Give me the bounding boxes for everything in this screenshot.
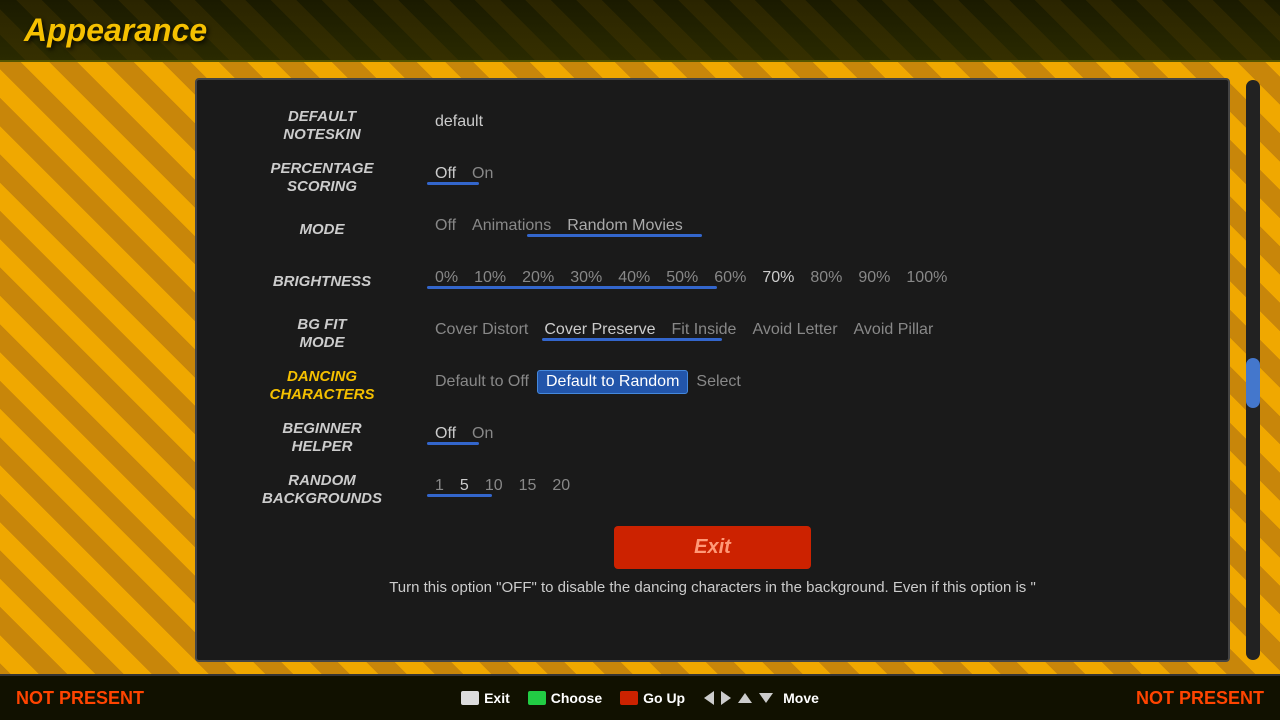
option-random-movies[interactable]: Random Movies xyxy=(559,217,691,235)
label-bg-fit-mode: BG FITMODE xyxy=(227,316,427,352)
exit-icon xyxy=(461,691,479,705)
opt-100pct[interactable]: 100% xyxy=(898,269,955,287)
label-beginner-helper: BEGINNERHELPER xyxy=(227,420,427,456)
ctrl-lr-arrows: Move xyxy=(703,690,819,706)
slider-brightness xyxy=(427,286,717,289)
app-title: Appearance xyxy=(24,12,207,49)
setting-row-dancing-characters: DANCINGCHARACTERS Default to Off Default… xyxy=(227,360,1198,412)
setting-row-bg-fit-mode: BG FITMODE Cover Distort Cover Preserve … xyxy=(227,308,1198,360)
brightness-options: 0% 10% 20% 30% 40% 50% 60% 70% 80% 90% 1… xyxy=(427,269,955,287)
opt-cover-preserve[interactable]: Cover Preserve xyxy=(536,321,663,339)
options-default-noteskin: default xyxy=(427,113,1198,139)
opt-70pct[interactable]: 70% xyxy=(754,269,802,287)
go-up-ctrl-label: Go Up xyxy=(643,690,685,706)
main-panel: DEFAULTNOTESKIN default PERCENTAGESCORIN… xyxy=(195,78,1230,662)
label-brightness: BRIGHTNESS xyxy=(227,273,427,291)
opt-off-beginner[interactable]: Off xyxy=(427,425,464,443)
move-ctrl-label: Move xyxy=(783,690,819,706)
options-brightness: 0% 10% 20% 30% 40% 50% 60% 70% 80% 90% 1… xyxy=(427,269,1198,295)
beginner-options: Off On xyxy=(427,425,501,443)
opt-20[interactable]: 20 xyxy=(544,477,578,495)
opt-avoid-pillar[interactable]: Avoid Pillar xyxy=(846,321,942,339)
scrollbar-track[interactable] xyxy=(1246,80,1260,660)
mode-options: Off Animations Random Movies xyxy=(427,217,691,235)
opt-90pct[interactable]: 90% xyxy=(850,269,898,287)
bottom-right-label: NOT PRESENT xyxy=(1136,688,1264,709)
opt-50pct[interactable]: 50% xyxy=(658,269,706,287)
setting-row-mode: MODE Off Animations Random Movies xyxy=(227,204,1198,256)
slider-pct xyxy=(427,182,479,185)
options-random-bg: 1 5 10 15 20 xyxy=(427,477,1198,503)
bgfit-options: Cover Distort Cover Preserve Fit Inside … xyxy=(427,321,941,339)
label-mode: MODE xyxy=(227,221,427,239)
arrow-right-icon xyxy=(721,691,731,705)
choose-ctrl-label: Choose xyxy=(551,690,602,706)
option-on-pct[interactable]: On xyxy=(464,165,501,183)
opt-default-off[interactable]: Default to Off xyxy=(427,373,537,391)
arrow-left-icon xyxy=(704,691,714,705)
exit-ctrl-label: Exit xyxy=(484,690,510,706)
bottom-bar: NOT PRESENT Exit Choose Go Up Move NOT P… xyxy=(0,674,1280,720)
opt-40pct[interactable]: 40% xyxy=(610,269,658,287)
opt-5[interactable]: 5 xyxy=(452,477,477,495)
opt-20pct[interactable]: 20% xyxy=(514,269,562,287)
description-area: Turn this option "OFF" to disable the da… xyxy=(227,577,1198,600)
option-default[interactable]: default xyxy=(427,113,491,131)
randombg-options: 1 5 10 15 20 xyxy=(427,477,578,495)
opt-select[interactable]: Select xyxy=(688,373,748,391)
option-off-mode[interactable]: Off xyxy=(427,217,464,235)
slider-mode xyxy=(527,234,702,237)
setting-row-beginner-helper: BEGINNERHELPER Off On xyxy=(227,412,1198,464)
opt-fit-inside[interactable]: Fit Inside xyxy=(664,321,745,339)
arrow-down-icon xyxy=(759,693,773,703)
option-animations[interactable]: Animations xyxy=(464,217,559,235)
opt-avoid-letter[interactable]: Avoid Letter xyxy=(744,321,845,339)
label-random-bg: RANDOMBACKGROUNDS xyxy=(227,472,427,508)
opt-default-random[interactable]: Default to Random xyxy=(537,370,688,394)
opt-cover-distort[interactable]: Cover Distort xyxy=(427,321,536,339)
ctrl-go-up: Go Up xyxy=(620,690,685,706)
bottom-controls: Exit Choose Go Up Move xyxy=(461,690,819,706)
bottom-left-label: NOT PRESENT xyxy=(16,688,144,709)
ctrl-exit: Exit xyxy=(461,690,510,706)
exit-button[interactable]: Exit xyxy=(614,526,811,569)
label-default-noteskin: DEFAULTNOTESKIN xyxy=(227,108,427,144)
opt-1[interactable]: 1 xyxy=(427,477,452,495)
label-dancing-characters: DANCINGCHARACTERS xyxy=(227,368,427,404)
opt-15[interactable]: 15 xyxy=(511,477,545,495)
options-bg-fit-mode: Cover Distort Cover Preserve Fit Inside … xyxy=(427,321,1198,347)
choose-icon xyxy=(528,691,546,705)
opt-80pct[interactable]: 80% xyxy=(802,269,850,287)
description-text: Turn this option "OFF" to disable the da… xyxy=(389,579,1036,596)
setting-row-brightness: BRIGHTNESS 0% 10% 20% 30% 40% 50% 60% 70… xyxy=(227,256,1198,308)
go-up-icon xyxy=(620,691,638,705)
opt-on-beginner[interactable]: On xyxy=(464,425,501,443)
exit-button-container: Exit xyxy=(227,526,1198,569)
setting-row-default-noteskin: DEFAULTNOTESKIN default xyxy=(227,100,1198,152)
header-bar: Appearance xyxy=(0,0,1280,62)
slider-randombg xyxy=(427,494,492,497)
options-dancing-characters: Default to Off Default to Random Select xyxy=(427,370,1198,402)
option-off-pct[interactable]: Off xyxy=(427,165,464,183)
slider-beginner xyxy=(427,442,479,445)
opt-60pct[interactable]: 60% xyxy=(706,269,754,287)
setting-row-random-bg: RANDOMBACKGROUNDS 1 5 10 15 20 xyxy=(227,464,1198,516)
arrow-up-icon xyxy=(738,693,752,703)
options-beginner-helper: Off On xyxy=(427,425,1198,451)
ctrl-choose: Choose xyxy=(528,690,602,706)
opt-10[interactable]: 10 xyxy=(477,477,511,495)
options-mode: Off Animations Random Movies xyxy=(427,217,1198,243)
setting-row-percentage-scoring: PERCENTAGESCORING Off On xyxy=(227,152,1198,204)
opt-10pct[interactable]: 10% xyxy=(466,269,514,287)
opt-30pct[interactable]: 30% xyxy=(562,269,610,287)
label-percentage-scoring: PERCENTAGESCORING xyxy=(227,160,427,196)
options-percentage-scoring: Off On xyxy=(427,165,1198,191)
slider-bgfit xyxy=(542,338,722,341)
opt-0pct[interactable]: 0% xyxy=(427,269,466,287)
scrollbar-thumb[interactable] xyxy=(1246,358,1260,408)
percentage-scoring-options: Off On xyxy=(427,165,501,183)
